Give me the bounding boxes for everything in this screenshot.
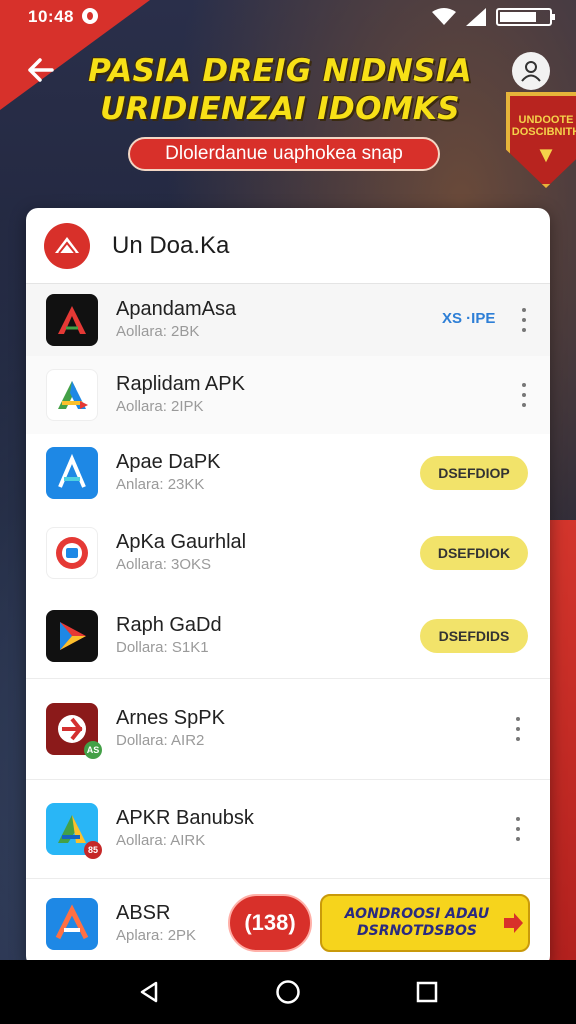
more-options-icon[interactable] (508, 814, 528, 844)
nav-recent-button[interactable] (409, 974, 445, 1010)
download-button[interactable]: DSEFDIOP (420, 456, 528, 490)
app-row[interactable]: ApKa Gaurhlal Aollara: 3OKS DSEFDIOK (26, 512, 550, 594)
nav-back-button[interactable] (131, 974, 167, 1010)
notification-icon (82, 8, 99, 24)
back-button[interactable] (22, 52, 58, 88)
download-button[interactable]: DSEFDIOK (420, 536, 528, 570)
app-row[interactable]: 85 APKR Banubsk Aollara: AIRK (26, 780, 550, 878)
app-meta: Dollara: AIR2 (116, 732, 205, 749)
square-recent-icon (416, 981, 437, 1003)
store-logo-icon (44, 222, 90, 269)
back-arrow-icon (28, 58, 54, 82)
app-action-link[interactable]: XS ·IPE (442, 310, 495, 327)
app-row[interactable]: Raph GaDd Dollara: S1K1 DSEFDIDS (26, 594, 550, 678)
app-name: Raplidam APK (116, 373, 245, 395)
wifi-icon (432, 8, 456, 25)
battery-icon (496, 8, 555, 26)
app-text: Arnes SpPK Dollara: AIR2 (116, 706, 550, 752)
promo-headline: PASIA DREIG NIDNSIA URIDIENZAI IDOMKS (60, 52, 500, 128)
app-a-blue-icon (46, 447, 98, 499)
status-time: 10:48 (28, 7, 74, 26)
promo-banner-text: AONDROOSI ADAU DSRNOTDSBOS (344, 906, 490, 939)
app-name: APKR Banubsk (116, 807, 254, 829)
app-row[interactable]: Apae DaPK Anlara: 23KK DSEFDIOP (26, 434, 550, 512)
download-button[interactable]: DSEFDIDS (420, 619, 528, 653)
app-list-card: Un Doa.Ka ApandamAsa Aollara: 2BK XS ·IP… (26, 208, 550, 968)
app-a-blue-orange-icon (46, 897, 98, 950)
signal-icon (466, 8, 486, 26)
more-options-icon[interactable] (514, 380, 534, 410)
badge-icon: 85 (84, 841, 102, 859)
star-icon: ▼ (535, 142, 557, 167)
badge-icon: AS (84, 741, 102, 759)
app-a-colorful-icon (46, 369, 98, 421)
status-icons (432, 8, 555, 26)
app-meta: Aollara: 2IPK (116, 398, 204, 415)
count-bubble[interactable]: (138) (228, 894, 312, 952)
status-left: 10:48 (28, 7, 99, 27)
app-meta: Aollara: AIRK (116, 832, 206, 849)
circle-home-icon (276, 980, 300, 1004)
app-a-gradient-icon: 85 (46, 803, 102, 859)
person-icon (521, 61, 541, 82)
app-name: Arnes SpPK (116, 707, 225, 729)
card-title: Un Doa.Ka (112, 231, 230, 259)
app-red-icon: AS (46, 703, 102, 759)
navigation-bar (0, 960, 576, 1024)
more-options-icon[interactable] (508, 714, 528, 744)
triangle-back-icon (141, 981, 158, 1003)
app-play-icon (46, 610, 98, 662)
app-row[interactable]: AS Arnes SpPK Dollara: AIR2 (26, 679, 550, 779)
card-header: Un Doa.Ka (26, 208, 550, 284)
app-row[interactable]: Raplidam APK Aollara: 2IPK (26, 356, 550, 434)
more-options-icon[interactable] (514, 305, 534, 335)
status-bar: 10:48 (0, 0, 576, 34)
arrow-right-icon (504, 913, 523, 933)
headline-line-2: URIDIENZAI IDOMKS (100, 91, 460, 127)
nav-home-button[interactable] (270, 974, 306, 1010)
headline-line-1: PASIA DREIG NIDNSIA (88, 53, 472, 89)
promo-subtitle: Dlolerdanue uaphokea snap (128, 137, 440, 171)
app-shield-icon (46, 527, 98, 579)
app-row[interactable]: ApandamAsa Aollara: 2BK XS ·IPE (26, 284, 550, 356)
profile-button[interactable] (512, 52, 550, 90)
badge-text: UNDOOTE DOSCIBNITH (511, 114, 576, 138)
app-text: APKR Banubsk Aollara: AIRK (116, 806, 550, 852)
app-text: Raplidam APK Aollara: 2IPK (116, 372, 550, 418)
promo-banner[interactable]: AONDROOSI ADAU DSRNOTDSBOS (320, 894, 530, 952)
app-a-dark-icon (46, 294, 98, 346)
